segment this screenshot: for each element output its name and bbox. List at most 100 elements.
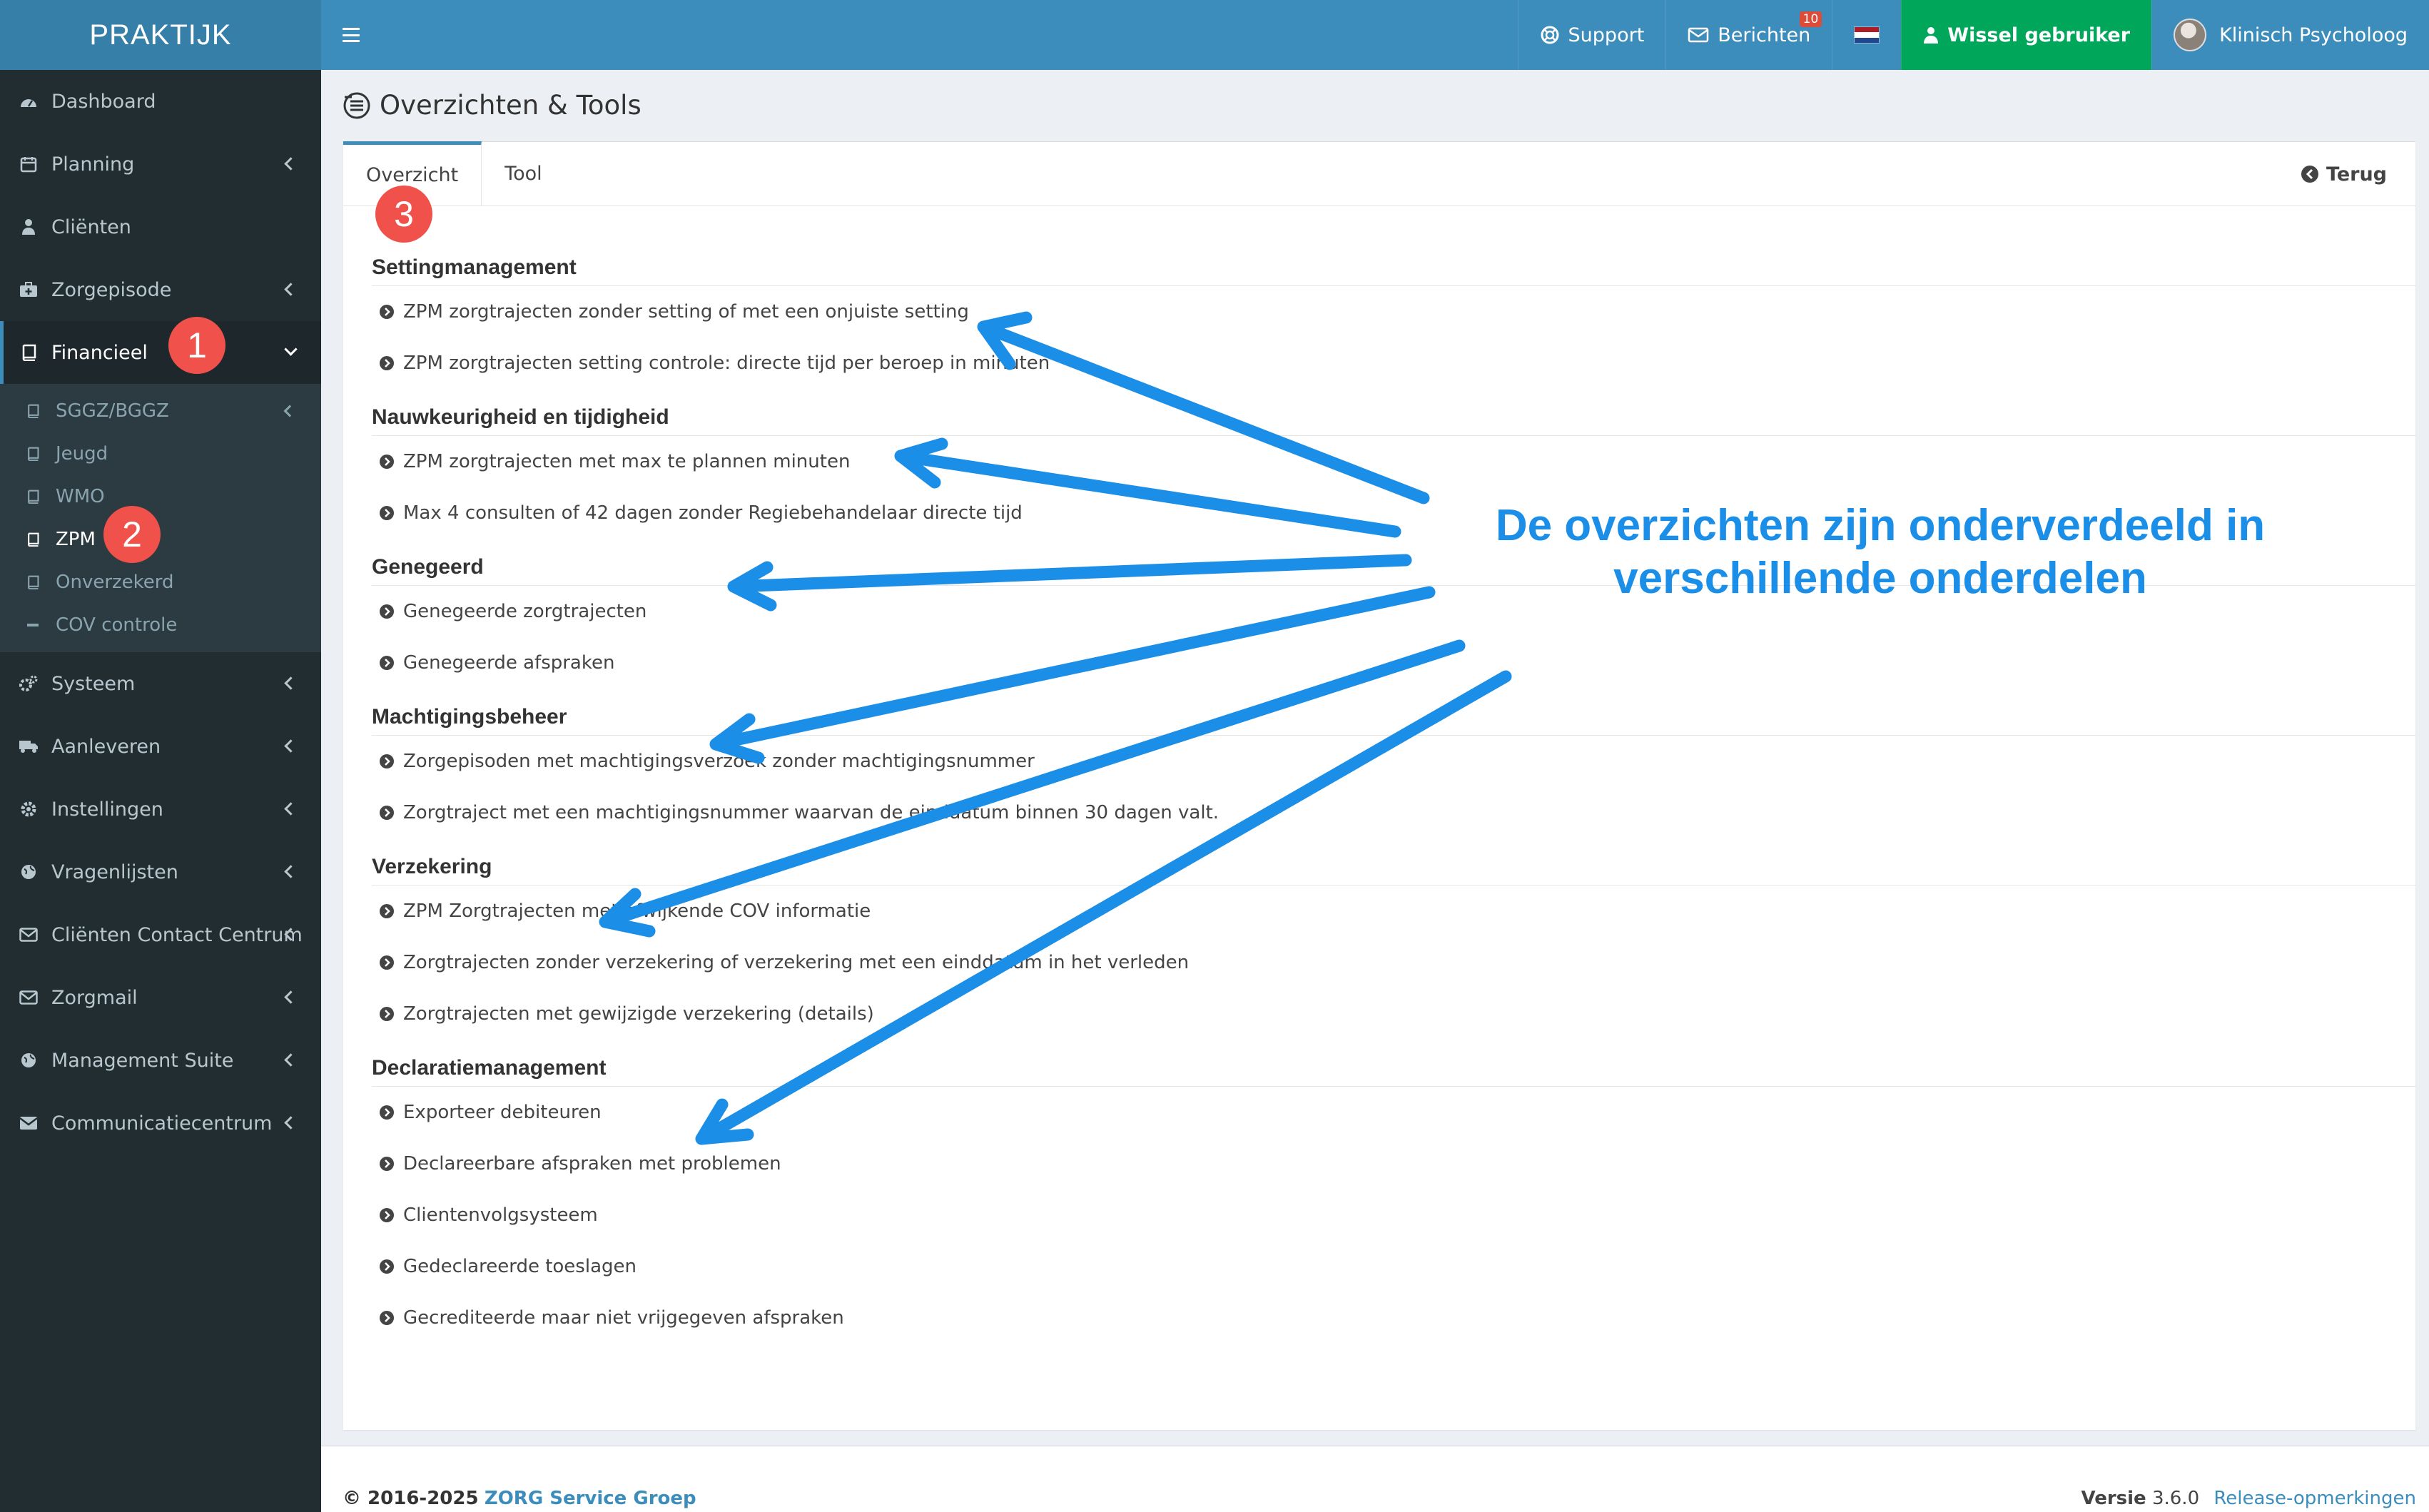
- chevron-circle-right-icon: [379, 604, 395, 619]
- sidebar-item-label: Instellingen: [51, 798, 163, 821]
- overview-link-label: ZPM Zorgtrajecten met afwijkende COV inf…: [403, 900, 871, 922]
- dashboard-icon: [19, 91, 39, 111]
- list-alt-icon: [343, 91, 371, 120]
- sidebar-item-label: Vragenlijsten: [51, 861, 178, 883]
- overview-link[interactable]: ZPM zorgtrajecten zonder setting of met …: [372, 286, 2415, 338]
- sidebar-item-zorgepisode[interactable]: Zorgepisode: [0, 258, 321, 321]
- overview-link-label: Exporteer debiteuren: [403, 1102, 602, 1123]
- switch-user-label: Wissel gebruiker: [1947, 24, 2131, 46]
- overview-link-label: ZPM zorgtrajecten met max te plannen min…: [403, 451, 851, 472]
- overview-box: Overzicht Tool Terug Settingmanagement ZP…: [343, 141, 2415, 1430]
- sidebar-item-aanleveren[interactable]: Aanleveren: [0, 715, 321, 778]
- overview-link-label: Zorgtrajecten zonder verzekering of verz…: [403, 952, 1190, 973]
- overview-link[interactable]: Genegeerde afspraken: [372, 637, 2415, 689]
- chevron-down-icon: [284, 343, 298, 356]
- overview-link-label: Zorgtrajecten met gewijzigde verzekering…: [403, 1003, 874, 1025]
- overview-link[interactable]: Zorgtrajecten met gewijzigde verzekering…: [372, 988, 2415, 1040]
- messages-link[interactable]: Berichten 10: [1665, 0, 1832, 70]
- sidebar-item-zorgmail[interactable]: Zorgmail: [0, 966, 321, 1029]
- overview-link[interactable]: Gedeclareerde toeslagen: [372, 1241, 2415, 1292]
- globe-icon: [19, 1050, 39, 1070]
- tab-tool[interactable]: Tool: [482, 141, 564, 206]
- sidebar-item-instellingen[interactable]: Instellingen: [0, 778, 321, 841]
- chevron-circle-right-icon: [379, 304, 395, 320]
- sidebar-item-management-suite[interactable]: Management Suite: [0, 1029, 321, 1092]
- chevron-left-icon: [284, 865, 298, 878]
- section-title: Declaratiemanagement: [372, 1050, 2415, 1087]
- sidebar-item-label: Cliënten Contact Centrum: [51, 923, 303, 946]
- book-icon: [24, 447, 41, 461]
- language-selector[interactable]: [1832, 0, 1901, 70]
- financieel-submenu: SGGZ/BGGZ Jeugd WMO ZPM Onverzekerd COV …: [0, 384, 321, 652]
- step-marker-2: 2: [103, 506, 161, 563]
- sidebar-item-label: Dashboard: [51, 90, 156, 113]
- overview-link[interactable]: Zorgepisoden met machtigingsverzoek zond…: [372, 736, 2415, 787]
- overview-section: Machtigingsbeheer Zorgepisoden met machti…: [372, 699, 2415, 838]
- chevron-left-icon: [284, 990, 298, 1004]
- overview-link[interactable]: ZPM Zorgtrajecten met afwijkende COV inf…: [372, 886, 2415, 937]
- sidebar-item-planning[interactable]: Planning: [0, 133, 321, 196]
- sidebar-item-dashboard[interactable]: Dashboard: [0, 70, 321, 133]
- section-list: ZPM Zorgtrajecten met afwijkende COV inf…: [372, 886, 2415, 1040]
- sidebar-subitem-label: Onverzekerd: [56, 572, 174, 593]
- overview-link[interactable]: Exporteer debiteuren: [372, 1087, 2415, 1138]
- copyright-years: © 2016-2025: [343, 1488, 479, 1509]
- envelope-icon: [1688, 26, 1709, 44]
- overview-link[interactable]: Declareerbare afspraken met problemen: [372, 1138, 2415, 1189]
- overview-link[interactable]: Zorgtrajecten zonder verzekering of verz…: [372, 937, 2415, 988]
- sidebar-item-clienten-contact-centrum[interactable]: Cliënten Contact Centrum: [0, 903, 321, 966]
- chevron-left-icon: [284, 283, 298, 296]
- overview-link-label: ZPM zorgtrajecten zonder setting of met …: [403, 301, 969, 323]
- app-logo[interactable]: PRAKTIJK: [0, 0, 321, 70]
- section-list: Exporteer debiteuren Declareerbare afspra…: [372, 1087, 2415, 1344]
- sidebar-item-label: Communicatiecentrum: [51, 1112, 273, 1135]
- company-link[interactable]: ZORG Service Groep: [485, 1488, 696, 1509]
- chevron-left-icon: [284, 739, 298, 753]
- envelope-icon: [19, 988, 39, 1008]
- section-title: Machtigingsbeheer: [372, 699, 2415, 736]
- release-notes-link[interactable]: Release-opmerkingen: [2214, 1488, 2416, 1509]
- sidebar-subitem-wmo[interactable]: WMO: [0, 475, 321, 518]
- user-menu[interactable]: Klinisch Psycholoog: [2151, 0, 2429, 70]
- overview-link[interactable]: ZPM zorgtrajecten met max te plannen min…: [372, 436, 2415, 487]
- overview-link-label: ZPM zorgtrajecten setting controle: dire…: [403, 352, 1050, 374]
- envelope-icon: [19, 925, 39, 945]
- support-link[interactable]: Support: [1517, 0, 1666, 70]
- overview-link[interactable]: Gecrediteerde maar niet vrijgegeven afsp…: [372, 1292, 2415, 1344]
- overview-link[interactable]: Zorgtraject met een machtigingsnummer wa…: [372, 787, 2415, 838]
- sidebar-subitem-zpm[interactable]: ZPM: [0, 518, 321, 561]
- gear-icon: [19, 799, 39, 819]
- book-icon: [24, 532, 41, 547]
- sidebar-item-label: Zorgepisode: [51, 278, 172, 301]
- sidebar-item-label: Aanleveren: [51, 735, 161, 758]
- sidebar-subitem-label: WMO: [56, 486, 105, 507]
- overview-link[interactable]: Clientenvolgsysteem: [372, 1189, 2415, 1241]
- sidebar-subitem-cov-controle[interactable]: COV controle: [0, 604, 321, 646]
- menu-toggle-button[interactable]: [321, 0, 381, 70]
- overview-link-label: Gedeclareerde toeslagen: [403, 1256, 637, 1277]
- minus-icon: [24, 618, 41, 632]
- envelope-icon: [19, 1113, 39, 1133]
- step-marker-1: 1: [168, 317, 225, 374]
- chevron-left-icon: [284, 676, 298, 690]
- sidebar-subitem-label: ZPM: [56, 529, 96, 550]
- sidebar-subitem-sggz-bggz[interactable]: SGGZ/BGGZ: [0, 390, 321, 432]
- sidebar-subitem-onverzekerd[interactable]: Onverzekerd: [0, 561, 321, 604]
- sidebar-subitem-jeugd[interactable]: Jeugd: [0, 432, 321, 475]
- sidebar-item-label: Cliënten: [51, 215, 131, 238]
- sidebar-subitem-label: SGGZ/BGGZ: [56, 400, 169, 422]
- switch-user-button[interactable]: Wissel gebruiker: [1901, 0, 2152, 70]
- back-label: Terug: [2326, 163, 2387, 186]
- user-secret-icon: [1923, 26, 1939, 44]
- overview-link[interactable]: ZPM zorgtrajecten setting controle: dire…: [372, 338, 2415, 389]
- overview-link-label: Genegeerde afspraken: [403, 652, 615, 674]
- sidebar-item-vragenlijsten[interactable]: Vragenlijsten: [0, 841, 321, 903]
- avatar: [2174, 19, 2207, 51]
- back-button[interactable]: Terug: [2301, 142, 2387, 206]
- sidebar-item-communicatiecentrum[interactable]: Communicatiecentrum: [0, 1092, 321, 1155]
- section-list: Zorgepisoden met machtigingsverzoek zond…: [372, 736, 2415, 838]
- sidebar-item-systeem[interactable]: Systeem: [0, 652, 321, 715]
- sidebar-item-clienten[interactable]: Cliënten: [0, 196, 321, 258]
- sidebar-item-financieel[interactable]: Financieel: [0, 321, 321, 384]
- overview-link-label: Declareerbare afspraken met problemen: [403, 1153, 781, 1174]
